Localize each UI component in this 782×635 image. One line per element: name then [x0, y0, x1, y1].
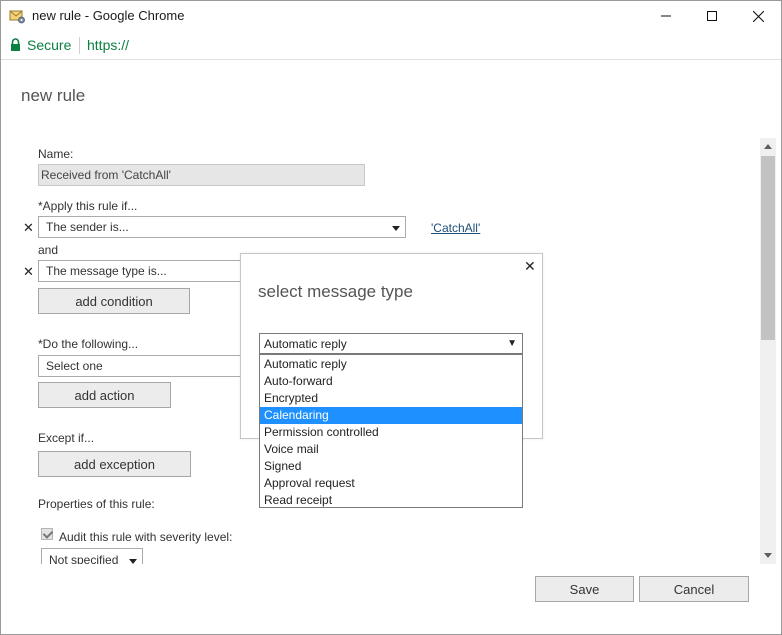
option-approval-request[interactable]: Approval request: [260, 475, 522, 492]
page-title: new rule: [21, 86, 86, 105]
chevron-down-icon: [129, 559, 137, 564]
maximize-button[interactable]: [689, 1, 735, 31]
add-action-button[interactable]: add action: [38, 382, 171, 408]
lock-icon: [10, 38, 21, 57]
scroll-down-icon[interactable]: [764, 553, 772, 558]
url-text[interactable]: https://: [87, 37, 129, 53]
option-automatic-reply[interactable]: Automatic reply: [260, 356, 522, 373]
option-auto-forward[interactable]: Auto-forward: [260, 373, 522, 390]
action-value: Select one: [46, 359, 103, 373]
remove-condition-1-icon[interactable]: ✕: [23, 220, 34, 236]
audit-checkbox[interactable]: [41, 528, 53, 540]
option-voice-mail[interactable]: Voice mail: [260, 441, 522, 458]
chevron-down-icon: [392, 226, 400, 231]
chevron-down-icon: ▼: [507, 338, 517, 349]
add-exception-button[interactable]: add exception: [38, 451, 191, 477]
message-type-select[interactable]: Automatic reply ▼: [259, 333, 523, 354]
address-bar[interactable]: Secure https://: [1, 31, 781, 60]
audit-label: Audit this rule with severity level:: [59, 530, 233, 544]
condition-2-select[interactable]: The message type is...: [38, 260, 248, 282]
option-signed[interactable]: Signed: [260, 458, 522, 475]
mail-rules-icon: [9, 8, 25, 24]
close-icon[interactable]: ✕: [524, 258, 536, 275]
close-icon: [752, 10, 764, 22]
option-encrypted[interactable]: Encrypted: [260, 390, 522, 407]
condition-1-value: The sender is...: [46, 220, 129, 234]
condition-1-value-link[interactable]: 'CatchAll': [431, 221, 480, 235]
page-scrollbar[interactable]: [760, 138, 776, 564]
minimize-button[interactable]: [643, 1, 689, 31]
title-bar: new rule - Google Chrome: [1, 1, 781, 31]
option-calendaring[interactable]: Calendaring: [260, 407, 522, 424]
scroll-up-icon[interactable]: [764, 144, 772, 149]
severity-value: Not specified: [49, 553, 119, 564]
maximize-icon: [707, 11, 717, 21]
except-if-label: Except if...: [38, 431, 95, 445]
name-label: Name:: [38, 147, 74, 161]
message-type-options: Automatic reply Auto-forward Encrypted C…: [259, 354, 523, 508]
dialog-title: select message type: [258, 282, 413, 301]
remove-condition-2-icon[interactable]: ✕: [23, 264, 34, 280]
properties-label: Properties of this rule:: [38, 497, 155, 511]
condition-1-select[interactable]: The sender is...: [38, 216, 406, 238]
name-field[interactable]: Received from 'CatchAll': [38, 164, 365, 186]
do-following-label: *Do the following...: [38, 337, 139, 351]
apply-rule-label: *Apply this rule if...: [38, 199, 138, 213]
message-type-value: Automatic reply: [264, 337, 347, 351]
close-window-button[interactable]: [735, 1, 781, 31]
option-permission-controlled[interactable]: Permission controlled: [260, 424, 522, 441]
add-condition-button[interactable]: add condition: [38, 288, 190, 314]
window-title: new rule - Google Chrome: [32, 8, 185, 23]
and-label: and: [38, 243, 59, 257]
address-separator: [79, 37, 80, 54]
secure-label: Secure: [27, 37, 72, 53]
cancel-button[interactable]: Cancel: [639, 576, 749, 602]
action-select[interactable]: Select one: [38, 355, 248, 377]
save-button[interactable]: Save: [535, 576, 634, 602]
severity-select[interactable]: Not specified: [41, 548, 143, 564]
condition-2-value: The message type is...: [46, 264, 167, 278]
scrollbar-thumb[interactable]: [761, 156, 775, 340]
option-read-receipt[interactable]: Read receipt: [260, 492, 522, 509]
minimize-icon: [661, 11, 671, 21]
